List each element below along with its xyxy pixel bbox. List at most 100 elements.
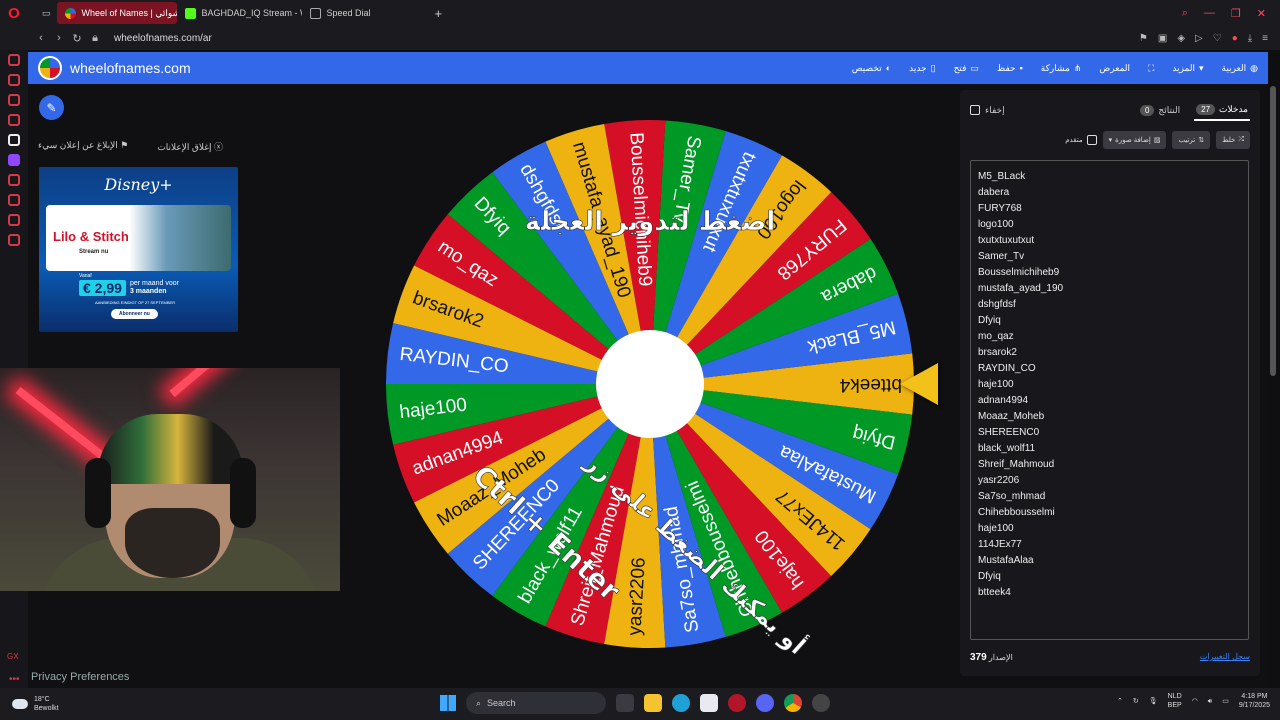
ad-subtitle: Stream nu: [79, 249, 109, 255]
report-ad-link[interactable]: ⚑ الإبلاغ عن إعلان سيء: [38, 140, 128, 153]
weather-widget[interactable]: 18°C Bewolkt: [0, 695, 59, 713]
shield-icon[interactable]: ◈: [1177, 33, 1185, 44]
new-tab-button[interactable]: +: [427, 2, 451, 24]
close-window-icon[interactable]: ✕: [1257, 7, 1266, 20]
new-button[interactable]: ▯ جديد: [909, 63, 935, 74]
streamer-cap: [98, 414, 243, 484]
instagram-icon[interactable]: [8, 94, 20, 106]
opera-gx-icon[interactable]: [728, 694, 746, 712]
chrome-icon[interactable]: [784, 694, 802, 712]
opera-logo-icon[interactable]: O: [0, 0, 28, 26]
back-icon[interactable]: ‹: [32, 32, 50, 44]
customize-button[interactable]: ◐ تخصيص: [852, 63, 891, 74]
hide-toggle[interactable]: إخفاء: [970, 105, 1005, 116]
tab-entries[interactable]: مدخلات 27: [1194, 100, 1250, 121]
bookmark-icon[interactable]: ⚑: [1139, 33, 1148, 44]
fullscreen-button[interactable]: ⛶: [1148, 63, 1154, 74]
gallery-button[interactable]: المعرض: [1099, 63, 1130, 74]
obs-icon[interactable]: [812, 694, 830, 712]
add-image-button[interactable]: ▨ إضافة صورة ▾: [1102, 131, 1167, 149]
browser-tab-wheelofnames[interactable]: Wheel of Names | عشوائي: [56, 2, 177, 24]
sort-button[interactable]: ⇅ ترتيب: [1172, 131, 1211, 149]
download-icon[interactable]: ⤓: [1248, 33, 1252, 44]
ad-cta-button[interactable]: Abonneer nu: [111, 309, 158, 319]
edit-pencil-button[interactable]: ✎: [39, 95, 64, 120]
entry-line: txutxtuxutxut: [978, 235, 1035, 246]
snapshot-icon[interactable]: ▣: [1158, 33, 1167, 44]
entry-line: dabera: [978, 187, 1010, 198]
extensions-icon[interactable]: [8, 214, 20, 226]
entry-line: haje100: [978, 523, 1014, 534]
edge-icon[interactable]: [672, 694, 690, 712]
profile-icon[interactable]: ●: [1232, 33, 1238, 44]
taskbar-search[interactable]: ⌕ Search: [466, 692, 606, 714]
tab-results[interactable]: النتائج 0: [1138, 101, 1182, 120]
more-dots-icon[interactable]: •••: [9, 674, 20, 685]
browser-tab-kick[interactable]: BAGHDAD_IQ Stream - W: [177, 2, 302, 24]
twitch-icon[interactable]: [8, 154, 20, 166]
image-icon: ▨: [1153, 137, 1161, 144]
tab-list-icon[interactable]: ▭: [36, 2, 57, 24]
share-button[interactable]: ⋔ مشاركة: [1041, 63, 1082, 74]
advanced-checkbox[interactable]: [1086, 135, 1097, 145]
menu-icon[interactable]: ≡: [1262, 33, 1268, 44]
settings-icon[interactable]: [8, 234, 20, 246]
wheel-favicon-icon: [64, 7, 76, 19]
file-explorer-icon[interactable]: [644, 694, 662, 712]
wheel-of-names[interactable]: btteek4M5_BLackdaberaFURY768logo100txutx…: [380, 120, 920, 654]
maximize-icon[interactable]: ❐: [1231, 7, 1241, 20]
player-icon[interactable]: ▷: [1195, 33, 1203, 44]
flag-icon: ⚑: [117, 140, 129, 150]
clock[interactable]: 4:18 PM 9/17/2025: [1239, 692, 1270, 710]
history-icon[interactable]: [8, 194, 20, 206]
advanced-toggle[interactable]: متقدم: [1065, 135, 1097, 145]
network-tray-icon[interactable]: ↻: [1133, 697, 1139, 706]
url-field[interactable]: wheelofnames.com/ar: [114, 33, 212, 44]
heart-icon[interactable]: ♡: [1213, 33, 1222, 44]
mic-icon[interactable]: 🎙︎: [1149, 697, 1158, 706]
browser-tab-speeddial[interactable]: Speed Dial: [302, 2, 427, 24]
shuffle-button[interactable]: ⤮ خلط: [1216, 131, 1250, 149]
site-logo-icon[interactable]: [38, 56, 62, 80]
site-header: wheelofnames.com ◍ العربية ▾ المزيد ⛶ المع…: [28, 52, 1268, 84]
tray-chevron-icon[interactable]: ⌃: [1117, 697, 1123, 706]
minimize-icon[interactable]: —: [1204, 7, 1215, 20]
volume-icon[interactable]: 🔊︎: [1208, 697, 1212, 706]
open-button[interactable]: ▭ فتح: [954, 63, 979, 74]
close-ads-link[interactable]: ⓧ إغلاق الإعلانات: [157, 140, 223, 153]
panel-footer: 379 الإصدار سجل التغييرات: [970, 652, 1250, 663]
wheel-center[interactable]: [596, 330, 704, 438]
entry-line: yasr2206: [978, 475, 1020, 486]
page-scrollbar[interactable]: [1270, 86, 1276, 376]
entry-line: Shreif_Mahmoud: [978, 459, 1055, 470]
battery-icon[interactable]: ▭: [1222, 697, 1229, 706]
more-menu[interactable]: ▾ المزيد: [1172, 63, 1203, 74]
start-icon[interactable]: [440, 695, 456, 711]
wheel-slice-label: btteek4: [839, 374, 902, 395]
site-name[interactable]: wheelofnames.com: [70, 60, 191, 76]
wheel-container[interactable]: btteek4 M5_BLack dabera FURY768 logo100 txutx…: [380, 120, 920, 654]
wifi-icon[interactable]: ◠: [1192, 697, 1198, 706]
disney-ad-banner[interactable]: Disney+ Lilo & Stitch Stream nu Vanaf € …: [39, 167, 238, 332]
kick-sidebar-icon[interactable]: [8, 134, 20, 146]
messenger-icon[interactable]: [8, 74, 20, 86]
store-icon[interactable]: [700, 694, 718, 712]
language-indicator[interactable]: NLD BEP: [1168, 692, 1182, 710]
search-tabs-icon[interactable]: ⌕: [1182, 7, 1188, 20]
browser-tab-bar: O ▭ Wheel of Names | عشوائي BAGHDAD_IQ S…: [0, 0, 1280, 26]
task-view-icon[interactable]: [616, 694, 634, 712]
music-icon[interactable]: [8, 114, 20, 126]
changelog-link[interactable]: سجل التغييرات: [1200, 652, 1250, 663]
entry-line: Samer_Tv: [978, 251, 1025, 262]
forward-icon[interactable]: ›: [50, 32, 68, 44]
aria-icon[interactable]: [8, 54, 20, 66]
hide-checkbox[interactable]: [970, 105, 980, 115]
ad-per: per maand voor 3 maanden: [129, 280, 179, 295]
player-sidebar-icon[interactable]: [8, 174, 20, 186]
privacy-preferences-link[interactable]: Privacy Preferences: [31, 671, 129, 683]
language-menu[interactable]: ◍ العربية: [1222, 63, 1258, 74]
entries-textarea[interactable]: M5_BLack dabera FURY768 logo100 txutxtuxutxu…: [970, 160, 1249, 640]
reload-icon[interactable]: ↻: [68, 32, 86, 45]
save-button[interactable]: ▪ حفظ: [997, 63, 1023, 74]
discord-icon[interactable]: [756, 694, 774, 712]
